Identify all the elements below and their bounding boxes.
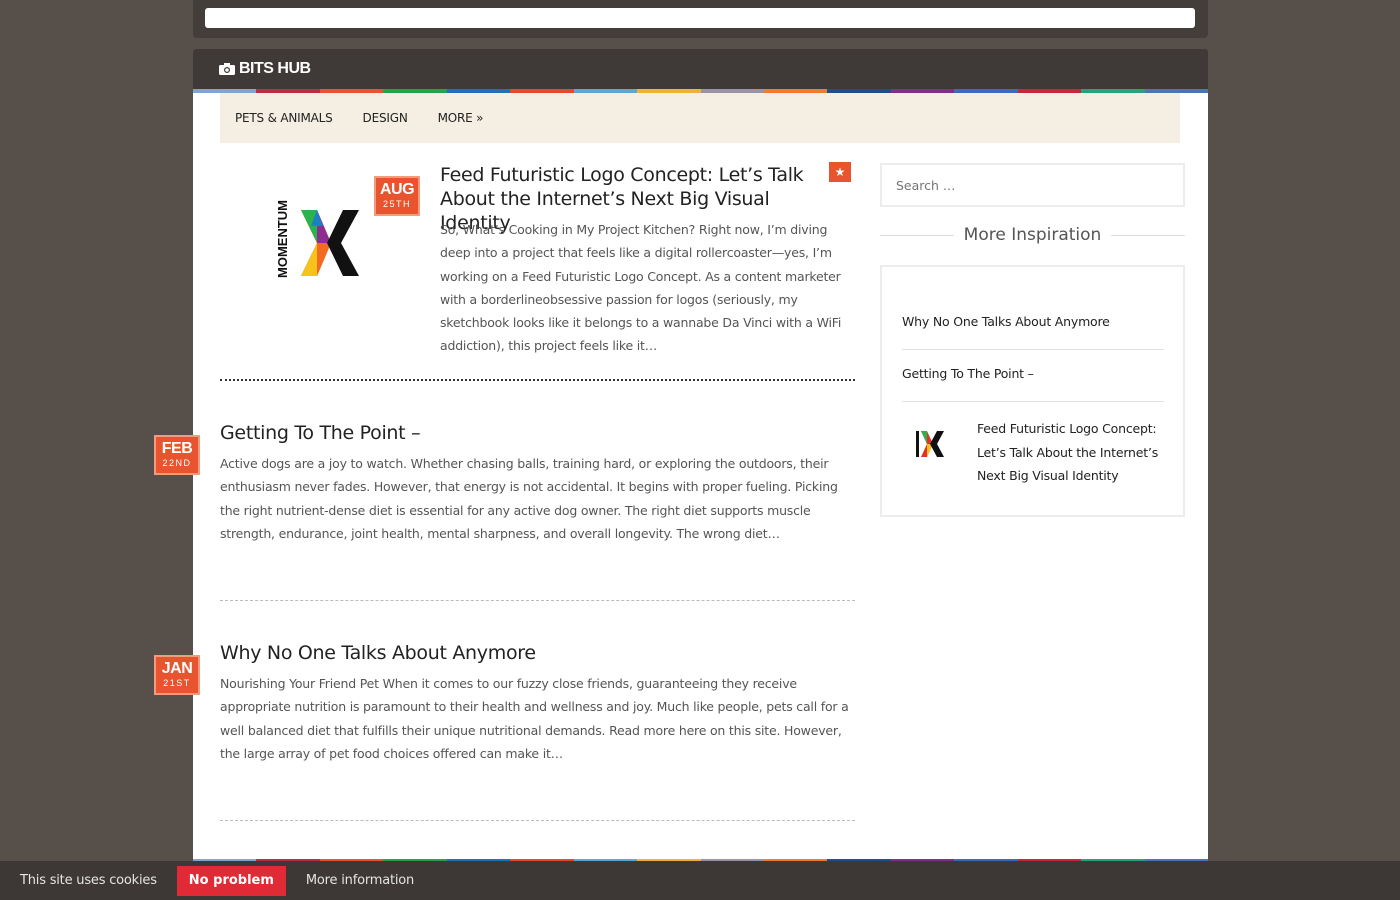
widget-item[interactable]: Getting To The Point – bbox=[902, 366, 1164, 381]
site-header: BITS HUB bbox=[193, 49, 1208, 89]
date-month: JAN bbox=[161, 660, 193, 677]
category-nav: PETS & ANIMALS DESIGN MORE » bbox=[220, 93, 1180, 143]
cookie-more-info-link[interactable]: More information bbox=[306, 873, 414, 888]
main-content: PETS & ANIMALS DESIGN MORE » MOMENTUM AU… bbox=[154, 93, 1208, 861]
nav-item-pets-animals[interactable]: PETS & ANIMALS bbox=[235, 111, 333, 125]
cookie-bar: This site uses cookies No problem More i… bbox=[0, 861, 1400, 900]
widget-item-thumbnail[interactable] bbox=[916, 429, 948, 459]
site-logo[interactable]: BITS HUB bbox=[219, 60, 311, 78]
camera-icon bbox=[219, 63, 235, 75]
post-divider bbox=[220, 820, 855, 821]
widget-title-text: More Inspiration bbox=[953, 225, 1112, 245]
date-day: 21ST bbox=[163, 678, 191, 688]
widget-item[interactable]: Why No One Talks About Anymore bbox=[902, 314, 1164, 329]
top-search-field[interactable] bbox=[205, 8, 1195, 28]
post-title[interactable]: Why No One Talks About Anymore bbox=[220, 641, 855, 665]
post-title[interactable]: Getting To The Point – bbox=[220, 421, 855, 445]
momentum-logo-image: MOMENTUM bbox=[275, 200, 359, 278]
date-day: 25TH bbox=[382, 199, 411, 209]
date-month: AUG bbox=[379, 181, 415, 198]
post-date-badge: FEB 22ND bbox=[154, 435, 200, 475]
featured-star-icon: ★ bbox=[829, 162, 851, 182]
widget-divider bbox=[902, 349, 1164, 350]
cookie-accept-button[interactable]: No problem bbox=[176, 865, 286, 896]
post-date-badge: AUG 25TH bbox=[374, 176, 420, 216]
post-thumbnail[interactable]: MOMENTUM bbox=[273, 198, 373, 288]
date-day: 22ND bbox=[162, 458, 192, 468]
thumb-text: MOMENTUM bbox=[275, 200, 290, 278]
top-bar bbox=[193, 0, 1208, 38]
site-name: BITS HUB bbox=[239, 60, 311, 77]
sidebar-search-input[interactable] bbox=[880, 163, 1185, 207]
post-excerpt: So, What’s Cooking in My Project Kitchen… bbox=[440, 222, 842, 354]
widget-item[interactable]: Feed Futuristic Logo Concept: Let’s Talk… bbox=[977, 417, 1167, 488]
post-divider bbox=[220, 600, 855, 601]
nav-item-design[interactable]: DESIGN bbox=[363, 111, 408, 125]
date-month: FEB bbox=[161, 440, 193, 457]
more-inspiration-widget: Why No One Talks About Anymore Getting T… bbox=[880, 265, 1185, 517]
post-date-badge: JAN 21ST bbox=[154, 655, 200, 695]
cookie-message: This site uses cookies bbox=[20, 873, 157, 888]
nav-item-more[interactable]: MORE » bbox=[438, 111, 484, 125]
widget-title: More Inspiration bbox=[880, 225, 1185, 245]
post-excerpt: Nourishing Your Friend Pet When it comes… bbox=[220, 676, 849, 761]
post-excerpt: Active dogs are a joy to watch. Whether … bbox=[220, 456, 838, 541]
widget-divider bbox=[902, 401, 1164, 402]
post-divider bbox=[220, 379, 855, 381]
